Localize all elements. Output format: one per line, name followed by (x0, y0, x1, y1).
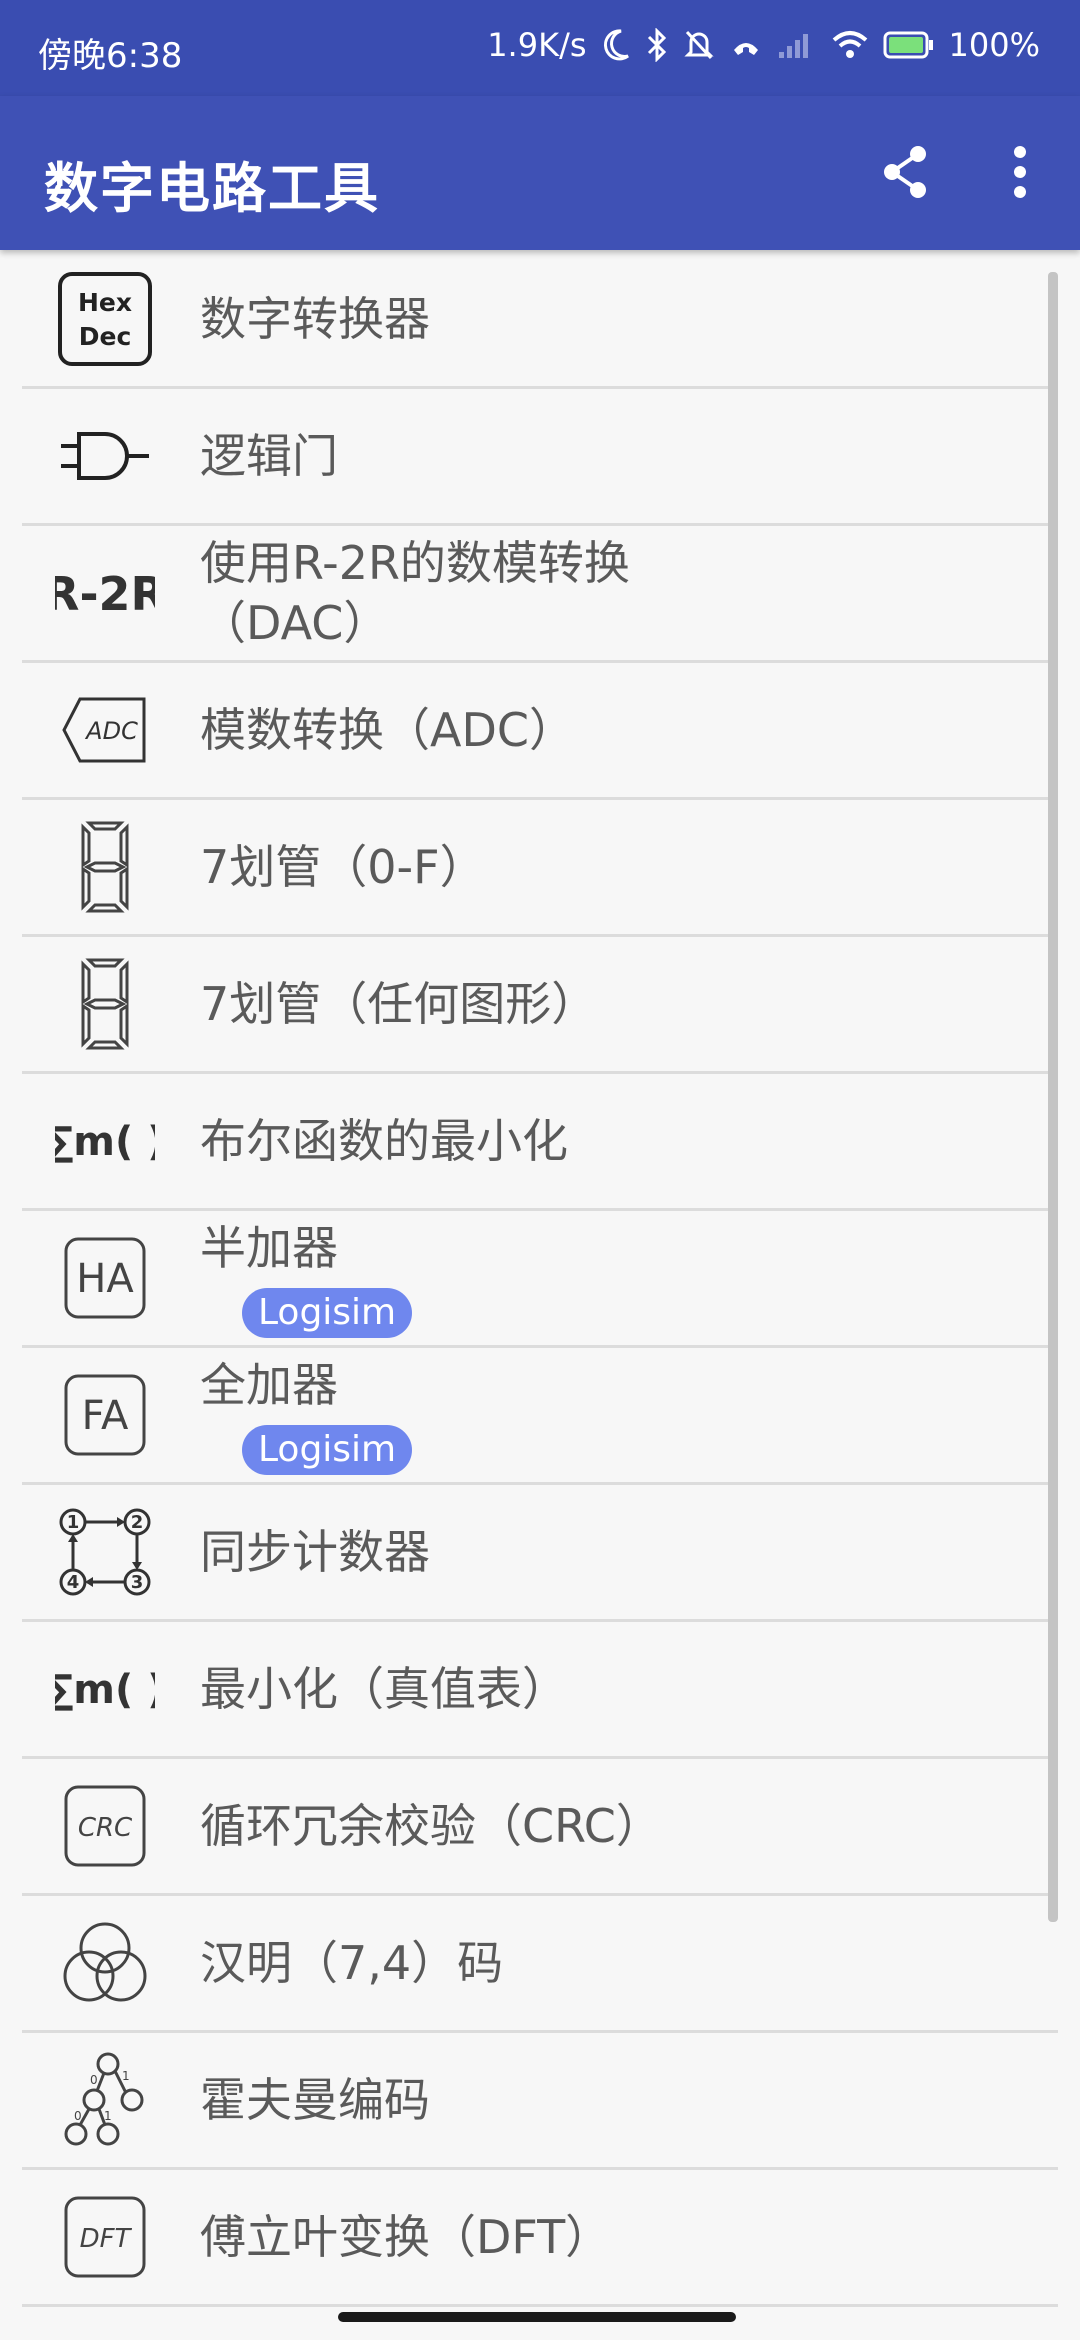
counter-cycle-icon: 1 2 3 4 (50, 1497, 160, 1607)
share-icon (884, 146, 926, 198)
svg-text:FA: FA (82, 1393, 129, 1439)
svg-text:ADC: ADC (84, 717, 138, 745)
svg-text:2: 2 (131, 1512, 144, 1533)
list-item[interactable]: 汉明（7,4）码 (22, 1896, 1058, 2033)
bell-off-icon (683, 28, 715, 62)
hex-oct-dec-bin-icon: Hex Dec (50, 264, 160, 374)
list-item-label-line1: 使用R-2R的数模转换 (200, 536, 630, 590)
svg-text:R-2R: R-2R (55, 567, 155, 621)
list-item-label: 最小化（真值表） (200, 1662, 568, 1716)
svg-text:1: 1 (104, 2109, 112, 2123)
svg-text:Hex: Hex (78, 288, 132, 317)
list-item[interactable]: Hex Dec 数字转换器 (22, 252, 1058, 389)
battery-icon (883, 30, 935, 60)
list-item-label: 使用R-2R的数模转换 （DAC） (200, 533, 630, 653)
list-item[interactable]: ∑m( ) 最小化（真值表） (22, 1622, 1058, 1759)
full-adder-icon: FA (50, 1360, 160, 1470)
and-gate-icon (50, 401, 160, 511)
home-indicator[interactable] (338, 2312, 736, 2322)
svg-text:0: 0 (90, 2073, 98, 2087)
svg-text:DFT: DFT (80, 2224, 133, 2254)
list-item-label: 汉明（7,4）码 (200, 1936, 504, 1990)
svg-text:1: 1 (67, 1512, 80, 1533)
scrollbar[interactable] (1048, 272, 1058, 1922)
svg-text:3: 3 (131, 1572, 144, 1593)
bluetooth-icon (645, 28, 669, 62)
wifi-icon (831, 30, 869, 60)
app-title: 数字电路工具 (44, 157, 380, 220)
more-options-button[interactable] (1000, 140, 1040, 204)
list-item-label: 半加器 Logisim (200, 1218, 413, 1338)
list-item-title: 半加器 (200, 1221, 338, 1275)
list-item[interactable]: DFT 傅立叶变换（DFT） (22, 2170, 1058, 2307)
svg-text:0: 0 (74, 2109, 82, 2123)
list-item[interactable]: ADC 模数转换（ADC） (22, 663, 1058, 800)
crc-icon: CRC (50, 1771, 160, 1881)
share-button[interactable] (876, 140, 936, 204)
list-item-label: 同步计数器 (200, 1525, 430, 1579)
list-item-label: 霍夫曼编码 (200, 2073, 430, 2127)
dft-icon: DFT (50, 2182, 160, 2292)
battery-percent: 100% (948, 26, 1040, 64)
status-icons: 1.9K/s 100% (487, 26, 1040, 64)
svg-text:∑m( ): ∑m( ) (55, 1667, 155, 1713)
app-bar: 数字电路工具 (0, 96, 1080, 250)
list-item-label: 全加器 Logisim (200, 1355, 413, 1475)
call-icon (729, 28, 763, 62)
list-item[interactable]: CRC 循环冗余校验（CRC） (22, 1759, 1058, 1896)
list-item-label: 7划管（0-F） (200, 840, 486, 894)
network-speed: 1.9K/s (487, 26, 587, 64)
status-bar: 傍晚6:38 1.9K/s 100% (0, 0, 1080, 96)
sum-minterms-icon: ∑m( ) (50, 1634, 160, 1744)
svg-text:∑m( ): ∑m( ) (55, 1119, 155, 1165)
list-item[interactable]: R-2R 使用R-2R的数模转换 （DAC） (22, 526, 1058, 663)
svg-text:HA: HA (76, 1256, 134, 1302)
svg-text:1: 1 (122, 2069, 130, 2083)
adc-icon: ADC (50, 675, 160, 785)
list-item-label-line2: （DAC） (200, 596, 390, 650)
logisim-badge: Logisim (242, 1425, 413, 1475)
logisim-badge: Logisim (242, 1288, 413, 1338)
venn-icon (50, 1908, 160, 2018)
list-item-label: 傅立叶变换（DFT） (200, 2210, 612, 2264)
sum-minterms-icon: ∑m( ) (50, 1086, 160, 1196)
list-item[interactable]: 7划管（任何图形） (22, 937, 1058, 1074)
list-item-title: 全加器 (200, 1358, 338, 1412)
list-item-label: 循环冗余校验（CRC） (200, 1799, 662, 1853)
list-item[interactable]: 逻辑门 (22, 389, 1058, 526)
list-item[interactable]: 0 1 0 1 霍夫曼编码 (22, 2033, 1058, 2170)
list-item[interactable]: 1 2 3 4 同步计数器 (22, 1485, 1058, 1622)
list-item-label: 逻辑门 (200, 429, 338, 483)
seven-segment-icon (50, 949, 160, 1059)
list-item-label: 数字转换器 (200, 292, 430, 346)
r2r-icon: R-2R (50, 538, 160, 648)
svg-text:CRC: CRC (78, 1813, 133, 1843)
list-item[interactable]: FA 全加器 Logisim (22, 1348, 1058, 1485)
moon-icon (601, 28, 631, 62)
half-adder-icon: HA (50, 1223, 160, 1333)
svg-text:4: 4 (67, 1572, 80, 1593)
status-time: 傍晚6:38 (38, 36, 183, 76)
list-item[interactable]: ∑m( ) 布尔函数的最小化 (22, 1074, 1058, 1211)
huffman-tree-icon: 0 1 0 1 (50, 2045, 160, 2155)
list-item-label: 7划管（任何图形） (200, 977, 598, 1031)
list-item[interactable]: 7划管（0-F） (22, 800, 1058, 937)
list-item[interactable]: HA 半加器 Logisim (22, 1211, 1058, 1348)
svg-text:Dec: Dec (79, 322, 132, 351)
seven-segment-icon (50, 812, 160, 922)
list-item-label: 布尔函数的最小化 (200, 1114, 568, 1168)
tool-list: Hex Dec 数字转换器 逻辑门 R-2R 使用R-2R的数模转换 （DAC） (0, 252, 1080, 2307)
signal-icon (777, 30, 817, 60)
list-item-label: 模数转换（ADC） (200, 703, 576, 757)
more-vert-icon (1014, 146, 1026, 198)
